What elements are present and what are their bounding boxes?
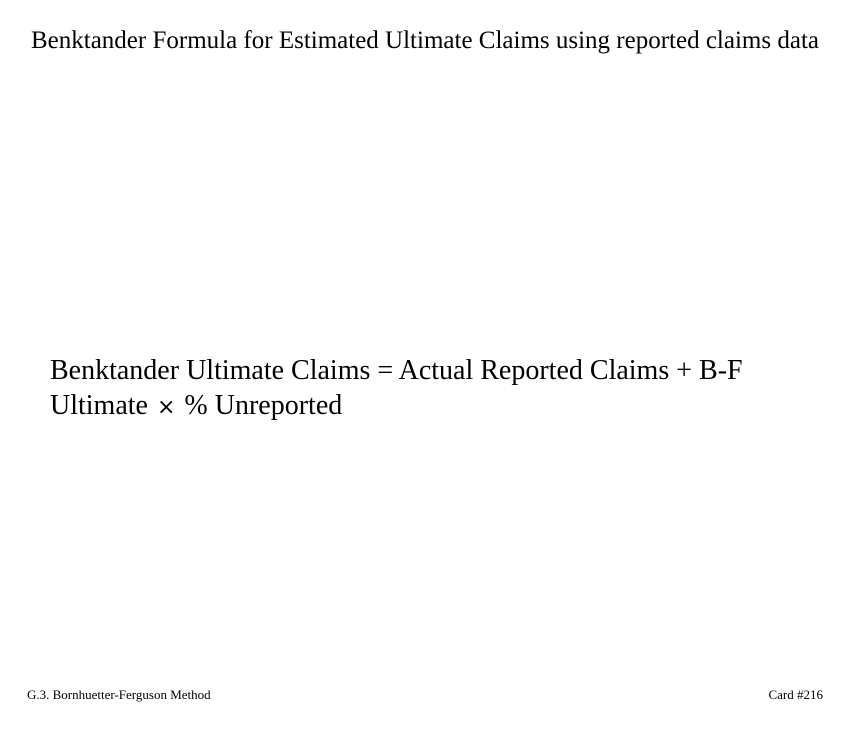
formula-right-side: % Unreported: [184, 390, 343, 421]
section-label: G.3. Bornhuetter-Ferguson Method: [27, 687, 211, 702]
card-number: Card #216: [768, 687, 823, 702]
formula-text: Benktander Ultimate Claims = Actual Repo…: [50, 353, 810, 425]
multiply-operator: ×: [156, 395, 176, 420]
formula-left-side: Benktander Ultimate Claims = Actual Repo…: [50, 355, 743, 421]
card-title: Benktander Formula for Estimated Ultimat…: [30, 27, 819, 54]
